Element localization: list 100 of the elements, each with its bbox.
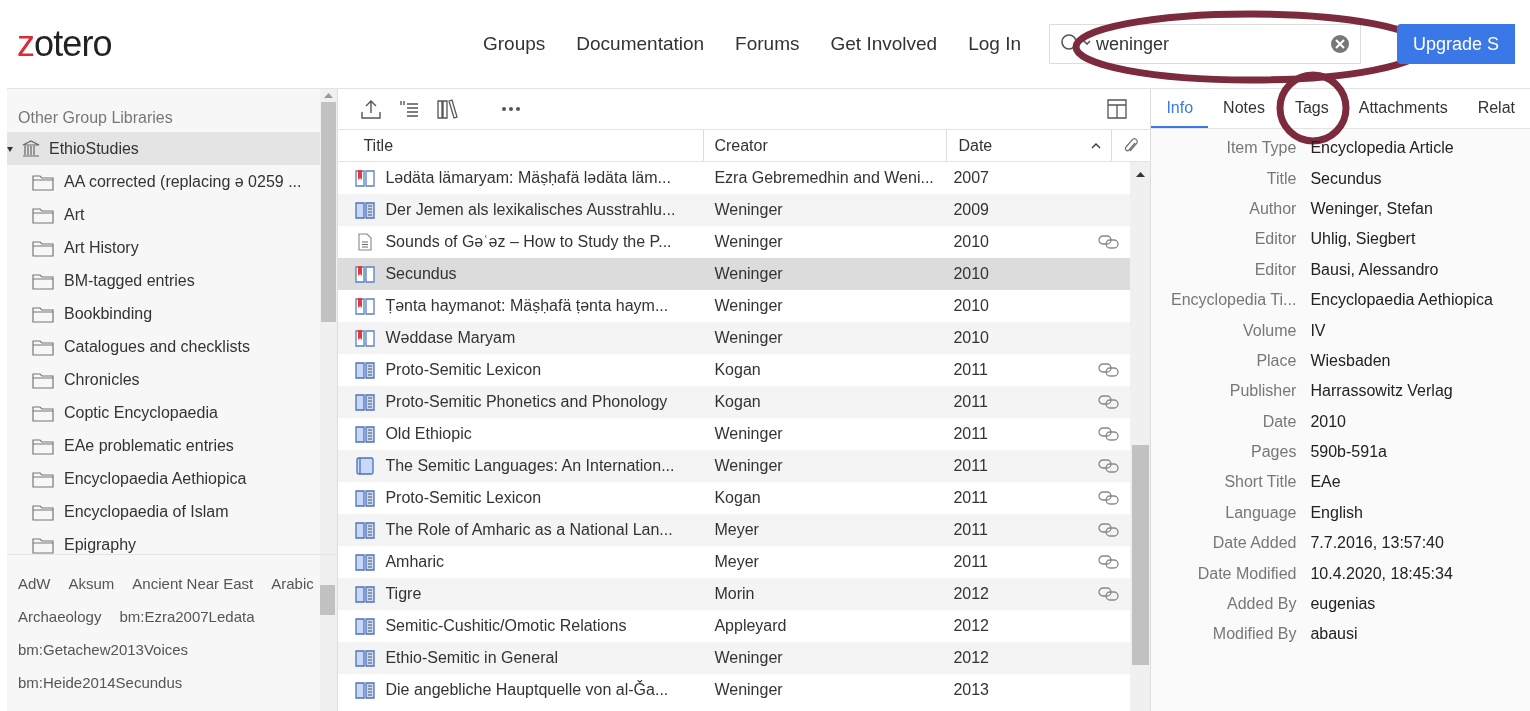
collection-row[interactable]: Encyclopaedia of Islam	[7, 495, 321, 528]
citation-icon[interactable]	[398, 98, 421, 120]
item-row[interactable]: The Role of Amharic as a National Lan... Meyer 2011	[338, 514, 1131, 546]
nav-link[interactable]: Forums	[735, 29, 800, 59]
field-value[interactable]: IV	[1310, 318, 1326, 343]
tag[interactable]: Aksum	[68, 573, 115, 606]
field-label: Item Type	[1225, 138, 1297, 159]
clear-icon[interactable]	[1330, 34, 1350, 54]
tag[interactable]: AdW	[18, 573, 51, 606]
table-cell: 2007	[953, 169, 989, 186]
table-cell: 2011	[953, 553, 988, 570]
field-label: Modified By	[1211, 624, 1297, 645]
scrollbar[interactable]	[1130, 162, 1151, 711]
collection-row[interactable]: AA corrected (replacing ə 0259 ...	[7, 165, 321, 198]
search-input[interactable]: weninger	[1096, 30, 1326, 58]
field-label: Date Modified	[1196, 563, 1297, 584]
item-row[interactable]: Secundus Weninger 2010	[338, 258, 1131, 290]
field-value[interactable]: abausi	[1310, 622, 1358, 647]
collection-row[interactable]: Chronicles	[7, 363, 321, 396]
table-cell-text: Die angebliche Hauptquelle von al-Ǧa...	[385, 679, 669, 700]
collection-row[interactable]: Catalogues and checklists	[7, 330, 321, 363]
item-row[interactable]: Ethio-Semitic in General Weninger 2012	[338, 642, 1131, 674]
table-cell-text: Proto-Semitic Lexicon	[385, 488, 542, 508]
tab[interactable]: Tags	[1279, 89, 1344, 128]
tab[interactable]: Info	[1151, 89, 1209, 128]
item-row[interactable]: Tigre Morin 2012	[338, 578, 1131, 610]
table-cell: Weninger	[714, 233, 783, 250]
field-value[interactable]: 2010	[1310, 409, 1346, 434]
collection-row[interactable]: Encyclopaedia Aethiopica	[7, 462, 321, 495]
nav-link[interactable]: Documentation	[576, 29, 705, 59]
folder-icon	[32, 238, 54, 257]
item-row[interactable]: The Semitic Languages: An Internation... Weninger 2011	[338, 450, 1131, 482]
scroll-up-icon[interactable]	[1135, 172, 1145, 177]
zotero-logo[interactable]: zotero	[17, 17, 457, 71]
collection-row[interactable]: Art History	[7, 231, 321, 264]
field-value[interactable]: eugenias	[1310, 592, 1376, 617]
tab[interactable]: Attachments	[1343, 89, 1463, 128]
field-value[interactable]: 10.4.2020, 18:45:34	[1310, 561, 1453, 586]
field-value[interactable]: Encyclopaedia Aethiopica	[1310, 288, 1493, 313]
field-label: Place	[1255, 350, 1297, 371]
field-value[interactable]: Encyclopedia Article	[1310, 136, 1454, 161]
table-cell: 2010	[953, 329, 989, 346]
nav-link[interactable]: Log In	[968, 29, 1021, 59]
folder-icon	[32, 172, 54, 191]
table-cell: 2012	[953, 649, 989, 666]
field-label: Pages	[1250, 442, 1297, 463]
field-value[interactable]: Weninger, Stefan	[1310, 196, 1433, 221]
tab[interactable]: Relat	[1462, 89, 1530, 128]
tag[interactable]: Arabic	[271, 573, 314, 606]
field-value[interactable]: Bausi, Alessandro	[1310, 257, 1439, 282]
item-row[interactable]: Der Jemen als lexikalisches Ausstrahlu... Weninger 2009	[338, 194, 1131, 226]
collection-row[interactable]: BM-tagged entries	[7, 264, 321, 297]
column-header[interactable]: Date	[947, 130, 1113, 161]
field-value[interactable]: EAe	[1310, 470, 1341, 495]
field-value[interactable]: Uhlig, Siegbert	[1310, 227, 1416, 252]
tag[interactable]: Archaeology	[18, 606, 102, 639]
item-row[interactable]: Proto-Semitic Phonetics and Phonology Kogan 2011	[338, 386, 1131, 418]
field-value[interactable]: Secundus	[1310, 166, 1382, 191]
tag[interactable]: bm:Ezra2007Ledata	[119, 606, 255, 639]
folder-icon	[32, 436, 54, 455]
upgrade-button[interactable]: Upgrade S	[1397, 24, 1516, 64]
column-header[interactable]: Creator	[704, 130, 948, 161]
tag[interactable]: Ancient Near East	[132, 573, 254, 606]
tag[interactable]: bm:Heide2014Secundus	[18, 672, 183, 705]
table-cell-text: Old Ethiopic	[385, 424, 472, 444]
scrollbar[interactable]	[320, 555, 338, 711]
nav-link[interactable]: Groups	[483, 29, 546, 59]
collection-row[interactable]: Coptic Encyclopaedia	[7, 396, 321, 429]
field-value[interactable]: Harrassowitz Verlag	[1310, 379, 1453, 404]
collection-row[interactable]: Bookbinding	[7, 297, 321, 330]
tab[interactable]: Notes	[1208, 89, 1280, 128]
link-icon	[1097, 459, 1120, 473]
column-header[interactable]: Title	[338, 130, 705, 161]
collection-row[interactable]: Epigraphy	[7, 528, 321, 554]
field-value[interactable]: English	[1310, 500, 1363, 525]
table-cell: 2011	[953, 425, 988, 442]
field-value[interactable]: Wiesbaden	[1310, 348, 1391, 373]
columns-icon[interactable]	[1106, 98, 1129, 120]
table-cell-text: Lədäta lämaryam: Mäṣḥafä lədäta läm...	[385, 168, 671, 188]
item-row[interactable]: Wəddase Maryam Weninger 2010	[338, 322, 1131, 354]
collection-row[interactable]: EAe problematic entries	[7, 429, 321, 462]
collection-row[interactable]: Art	[7, 198, 321, 231]
book-icon	[355, 585, 376, 603]
export-icon[interactable]	[360, 98, 383, 120]
tag[interactable]: bm:Getachew2013Voices	[18, 639, 189, 672]
book-icon	[355, 361, 376, 379]
caret-icon[interactable]	[7, 145, 13, 152]
field-value[interactable]: 7.7.2016, 13:57:40	[1310, 531, 1444, 556]
search-field[interactable]: weninger	[1049, 24, 1361, 64]
link-icon	[1097, 235, 1120, 249]
scrollbar[interactable]	[320, 89, 338, 554]
table-cell: Appleyard	[714, 617, 787, 634]
library-row[interactable]: EthioStudies	[7, 132, 321, 165]
table-cell: 2011	[953, 361, 988, 378]
sort-icon[interactable]	[1091, 142, 1102, 149]
field-value[interactable]: 590b-591a	[1310, 440, 1387, 465]
nav-link[interactable]: Get Involved	[830, 29, 938, 59]
table-cell: 2012	[953, 617, 989, 634]
link-icon	[1097, 587, 1120, 601]
folder-icon	[32, 271, 54, 290]
